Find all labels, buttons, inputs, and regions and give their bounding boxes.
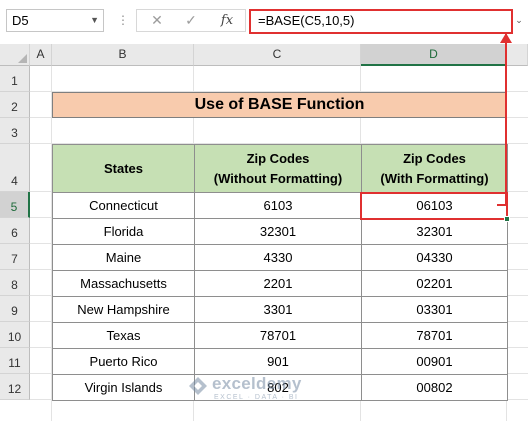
row-header-2[interactable]: 2 bbox=[0, 92, 30, 118]
header-zip-without-formatting[interactable]: Zip Codes (Without Formatting) bbox=[194, 144, 362, 193]
header-states[interactable]: States bbox=[52, 144, 195, 193]
zip-raw-cell[interactable]: 4330 bbox=[194, 244, 362, 271]
zip-raw-cell[interactable]: 6103 bbox=[194, 192, 362, 219]
table-row: Connecticut 6103 06103 bbox=[52, 192, 508, 219]
table-row: New Hampshire 3301 03301 bbox=[52, 296, 508, 323]
row-header-9[interactable]: 9 bbox=[0, 296, 30, 322]
zip-formatted-cell[interactable]: 03301 bbox=[361, 296, 508, 323]
state-cell[interactable]: Florida bbox=[52, 218, 195, 245]
header-text: Zip Codes bbox=[403, 150, 466, 166]
row-header-8[interactable]: 8 bbox=[0, 270, 30, 296]
zip-raw-cell[interactable]: 78701 bbox=[194, 322, 362, 349]
zip-formatted-cell[interactable]: 32301 bbox=[361, 218, 508, 245]
data-table: States Zip Codes (Without Formatting) Zi… bbox=[52, 144, 508, 401]
row-header-11[interactable]: 11 bbox=[0, 348, 30, 374]
annotation-arrow-head-icon bbox=[500, 33, 512, 43]
state-cell[interactable]: Virgin Islands bbox=[52, 374, 195, 401]
insert-function-icon[interactable]: fx bbox=[217, 10, 237, 31]
table-row: Puerto Rico 901 00901 bbox=[52, 348, 508, 375]
header-text: (Without Formatting) bbox=[213, 170, 343, 186]
row-header-3[interactable]: 3 bbox=[0, 118, 30, 144]
zip-formatted-cell[interactable]: 04330 bbox=[361, 244, 508, 271]
zip-raw-cell[interactable]: 901 bbox=[194, 348, 362, 375]
row-header-5[interactable]: 5 bbox=[0, 192, 30, 218]
state-cell[interactable]: New Hampshire bbox=[52, 296, 195, 323]
row-header-4[interactable]: 4 bbox=[0, 144, 30, 192]
formula-bar-buttons: ✕ ✓ fx bbox=[136, 9, 246, 32]
header-text: Zip Codes bbox=[246, 150, 310, 166]
state-cell[interactable]: Texas bbox=[52, 322, 195, 349]
row-header-10[interactable]: 10 bbox=[0, 322, 30, 348]
expand-formula-bar-icon[interactable]: ⌄ bbox=[513, 9, 525, 32]
formula-input[interactable]: =BASE(C5,10,5) bbox=[249, 9, 513, 34]
select-all-button[interactable] bbox=[0, 44, 30, 66]
zip-formatted-cell[interactable]: 02201 bbox=[361, 270, 508, 297]
row-header-1[interactable]: 1 bbox=[0, 66, 30, 92]
enter-icon[interactable]: ✓ bbox=[181, 10, 201, 31]
column-header-b[interactable]: B bbox=[52, 44, 194, 66]
row-header-6[interactable]: 6 bbox=[0, 218, 30, 244]
name-box-value: D5 bbox=[12, 13, 29, 28]
state-cell[interactable]: Massachusetts bbox=[52, 270, 195, 297]
name-box[interactable]: D5 ▼ bbox=[6, 9, 104, 32]
cancel-icon[interactable]: ✕ bbox=[147, 10, 167, 31]
zip-raw-cell[interactable]: 3301 bbox=[194, 296, 362, 323]
table-row: Maine 4330 04330 bbox=[52, 244, 508, 271]
state-cell[interactable]: Maine bbox=[52, 244, 195, 271]
zip-formatted-cell[interactable]: 06103 bbox=[361, 192, 508, 219]
column-header-a[interactable]: A bbox=[30, 44, 52, 66]
column-header-d[interactable]: D bbox=[361, 44, 507, 66]
chevron-down-icon[interactable]: ▼ bbox=[90, 10, 99, 31]
watermark-name: exceldemy bbox=[212, 374, 302, 393]
header-text: States bbox=[103, 160, 144, 176]
zip-raw-cell[interactable]: 2201 bbox=[194, 270, 362, 297]
table-row: Texas 78701 78701 bbox=[52, 322, 508, 349]
annotation-arrow-line bbox=[505, 34, 507, 205]
column-header-c[interactable]: C bbox=[194, 44, 361, 66]
zip-formatted-cell[interactable]: 00802 bbox=[361, 374, 508, 401]
row-header-12[interactable]: 12 bbox=[0, 374, 30, 400]
sheet-title[interactable]: Use of BASE Function bbox=[52, 92, 507, 118]
zip-formatted-cell[interactable]: 78701 bbox=[361, 322, 508, 349]
zip-formatted-cell[interactable]: 00901 bbox=[361, 348, 508, 375]
formula-bar: D5 ▼ ⋮ ✕ ✓ fx =BASE(C5,10,5) ⌄ bbox=[0, 0, 528, 44]
row-header-7[interactable]: 7 bbox=[0, 244, 30, 270]
state-cell[interactable]: Puerto Rico bbox=[52, 348, 195, 375]
drag-handle-icon[interactable]: ⋮ bbox=[117, 9, 129, 32]
column-header-partial[interactable] bbox=[507, 44, 528, 66]
exceldemy-logo-icon bbox=[189, 377, 207, 395]
watermark: exceldemy EXCEL · DATA · BI bbox=[188, 372, 348, 408]
table-row: Massachusetts 2201 02201 bbox=[52, 270, 508, 297]
annotation-arrow-foot bbox=[497, 204, 507, 206]
watermark-tagline: EXCEL · DATA · BI bbox=[214, 394, 299, 401]
state-cell[interactable]: Connecticut bbox=[52, 192, 195, 219]
header-text: (With Formatting) bbox=[380, 170, 489, 186]
header-zip-with-formatting[interactable]: Zip Codes (With Formatting) bbox=[361, 144, 508, 193]
zip-raw-cell[interactable]: 32301 bbox=[194, 218, 362, 245]
table-row: Florida 32301 32301 bbox=[52, 218, 508, 245]
